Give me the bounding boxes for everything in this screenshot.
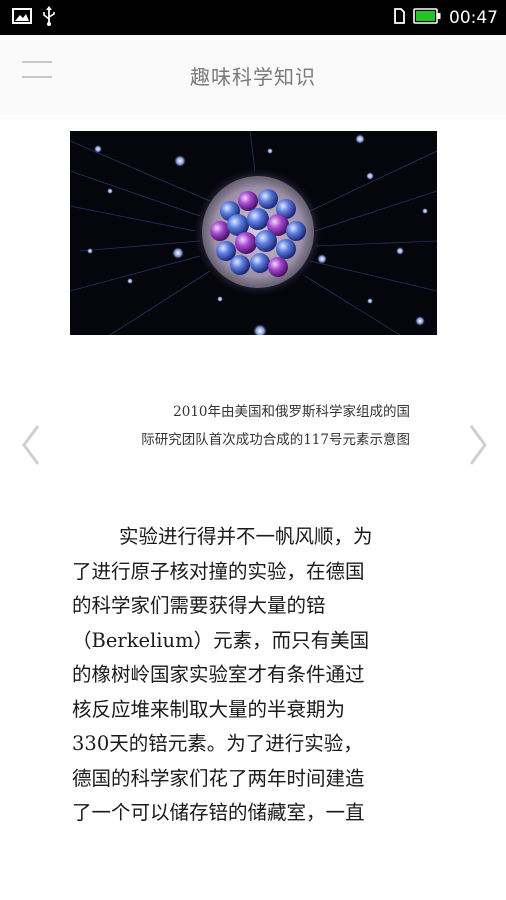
app-header: 趣味科学知识: [0, 35, 506, 115]
article-line: 了进行原子核对撞的实验，在德国: [72, 559, 365, 583]
page-title: 趣味科学知识: [190, 65, 316, 89]
status-time: 00:47: [449, 7, 498, 28]
article-body: 实验进行得并不一帆风顺，为 了进行原子核对撞的实验，在德国 的科学家们需要获得大…: [72, 520, 417, 831]
chevron-left-icon[interactable]: [16, 420, 46, 470]
article-line: 实验进行得并不一帆风顺，为: [119, 525, 373, 548]
article-line: 了一个可以储存锫的储藏室，一直: [72, 801, 365, 824]
caption-line: 2010年由美国和俄罗斯科学家组成的国: [173, 404, 410, 420]
caption-line: 际研究团队首次成功合成的117号元素示意图: [141, 432, 410, 448]
article-line: （Berkelium）元素，而只有美国: [72, 628, 370, 652]
article-line: 的科学家们需要获得大量的锫: [72, 594, 326, 617]
usb-icon: [42, 5, 56, 30]
atom-nucleus-illustration: [70, 131, 437, 335]
image-caption: 2010年由美国和俄罗斯科学家组成的国 际研究团队首次成功合成的117号元素示意…: [70, 398, 410, 454]
battery-icon: [413, 7, 441, 28]
status-bar: 00:47: [0, 0, 506, 35]
article-line: 330天的锫元素。为了进行实验，: [72, 732, 363, 755]
chevron-right-icon[interactable]: [463, 420, 493, 470]
image-icon: [12, 7, 32, 28]
article-line: 核反应堆来制取大量的半衰期为: [72, 697, 346, 721]
article-line: 的橡树岭国家实验室才有条件通过: [72, 663, 365, 686]
status-right: 00:47: [393, 8, 498, 28]
article-line: 德国的科学家们花了两年时间建造: [72, 766, 365, 790]
sim-icon: [393, 7, 405, 28]
status-left: [12, 5, 56, 30]
